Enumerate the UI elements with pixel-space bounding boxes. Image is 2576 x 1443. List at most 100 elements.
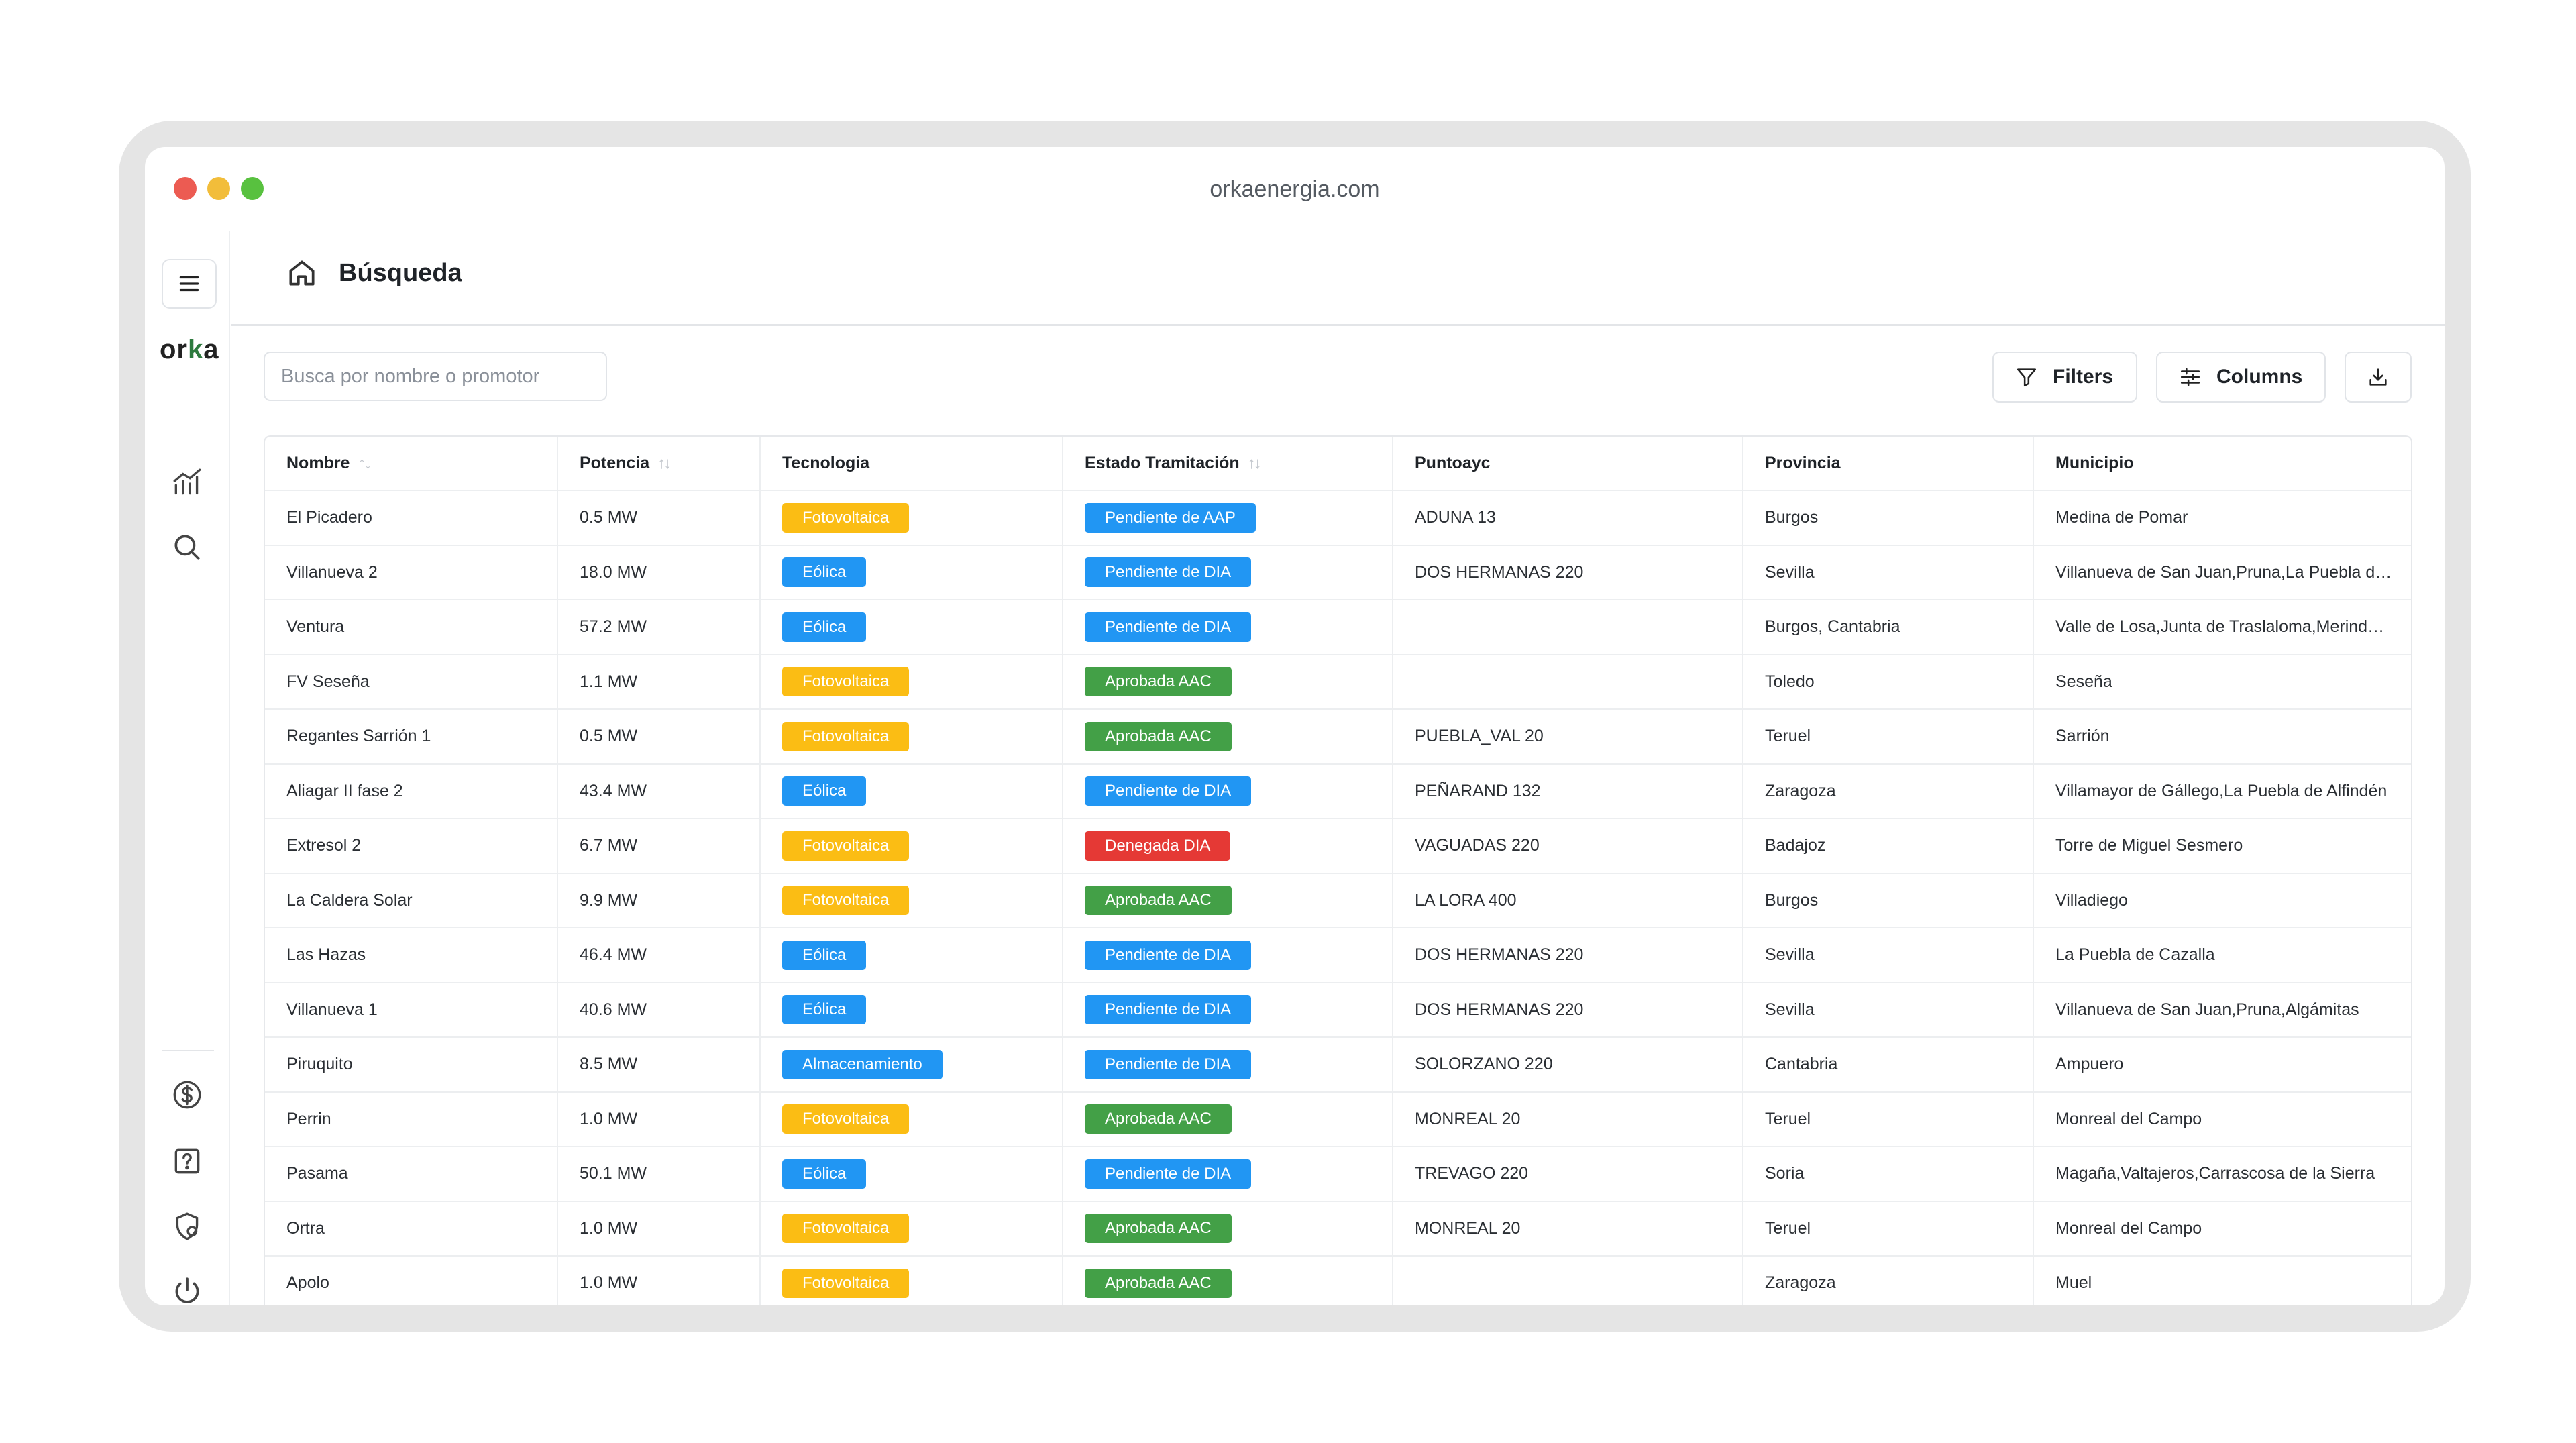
- cell-nombre: Aliagar II fase 2: [265, 763, 558, 819]
- status-badge: Pendiente de DIA: [1085, 557, 1252, 588]
- table-row[interactable]: Regantes Sarrión 1 0.5 MW Fotovoltaica Apro…: [265, 709, 2411, 765]
- table-row[interactable]: Perrin 1.0 MW Fotovoltaica Aprobada AAC MONR…: [265, 1091, 2411, 1147]
- cell-puntoayc: PEÑARAND 132: [1393, 763, 1743, 819]
- cell-potencia: 8.5 MW: [557, 1037, 761, 1093]
- table-row[interactable]: FV Seseña 1.1 MW Fotovoltaica Aprobada AAC T…: [265, 654, 2411, 710]
- columns-button[interactable]: Columns: [2156, 352, 2326, 403]
- nav-help[interactable]: [170, 1144, 204, 1178]
- cell-puntoayc: [1393, 600, 1743, 655]
- sliders-icon: [2180, 368, 2200, 386]
- orka-logo[interactable]: orka: [160, 335, 219, 365]
- cell-puntoayc: MONREAL 20: [1393, 1201, 1743, 1257]
- download-button[interactable]: [2345, 352, 2412, 403]
- column-header-potencia[interactable]: Potencia ↑↓: [557, 437, 761, 491]
- cell-nombre: El Picadero: [265, 490, 558, 546]
- column-header-municipio[interactable]: Municipio: [2033, 437, 2411, 491]
- sort-icon[interactable]: ↑↓: [657, 454, 672, 472]
- cell-municipio: Magaña,Valtajeros,Carrascosa de la Sierr…: [2033, 1146, 2411, 1202]
- column-header-provincia[interactable]: Provincia: [1743, 437, 2034, 491]
- technology-tag: Fotovoltaica: [782, 721, 910, 751]
- cell-potencia: 9.9 MW: [557, 873, 761, 928]
- cell-potencia: 1.1 MW: [557, 654, 761, 710]
- table-row[interactable]: El Picadero 0.5 MW Fotovoltaica Pendiente d…: [265, 490, 2411, 546]
- home-button[interactable]: [285, 256, 319, 290]
- status-badge: Aprobada AAC: [1085, 721, 1232, 751]
- nav-logout[interactable]: [170, 1275, 204, 1305]
- status-badge: Aprobada AAC: [1085, 886, 1232, 916]
- cell-nombre: Ventura: [265, 600, 558, 655]
- download-icon: [2369, 368, 2387, 386]
- cell-potencia: 46.4 MW: [557, 928, 761, 983]
- cell-estado: Pendiente de DIA: [1063, 763, 1393, 819]
- cell-tecnologia: Fotovoltaica: [760, 1201, 1063, 1257]
- cell-puntoayc: TREVAGO 220: [1393, 1146, 1743, 1202]
- address-bar-url[interactable]: orkaenergia.com: [145, 176, 2445, 203]
- cell-municipio: Valle de Losa,Junta de Traslaloma,Merind…: [2033, 600, 2411, 655]
- nav-analytics[interactable]: [170, 466, 204, 499]
- table-row[interactable]: La Caldera Solar 9.9 MW Fotovoltaica Aproba…: [265, 873, 2411, 928]
- status-badge: Aprobada AAC: [1085, 1104, 1232, 1134]
- cell-estado: Pendiente de DIA: [1063, 1037, 1393, 1093]
- table-row[interactable]: Apolo 1.0 MW Fotovoltaica Aprobada AAC Zarag…: [265, 1256, 2411, 1305]
- cell-provincia: Sevilla: [1743, 982, 2034, 1038]
- results-table: Nombre ↑↓ Potencia ↑↓ Tecnologia Estado Tr…: [264, 435, 2412, 1305]
- cell-municipio: Villamayor de Gállego,La Puebla de Alfin…: [2033, 763, 2411, 819]
- cell-nombre: Las Hazas: [265, 928, 558, 983]
- cell-nombre: Pasama: [265, 1146, 558, 1202]
- page-title: Búsqueda: [339, 259, 462, 287]
- status-badge: Aprobada AAC: [1085, 667, 1232, 697]
- search-input[interactable]: [264, 352, 607, 401]
- technology-tag: Eólica: [782, 1159, 867, 1189]
- cell-tecnologia: Eólica: [760, 763, 1063, 819]
- sort-icon[interactable]: ↑↓: [1248, 454, 1262, 472]
- table-row[interactable]: Villanueva 2 18.0 MW Eólica Pendiente de DI…: [265, 545, 2411, 600]
- table-row[interactable]: Aliagar II fase 2 43.4 MW Eólica Pendiente …: [265, 763, 2411, 819]
- browser-window: orkaenergia.com orka Búsqueda Busca por …: [145, 147, 2445, 1305]
- table-row[interactable]: Ortra 1.0 MW Fotovoltaica Aprobada AAC MONRE…: [265, 1201, 2411, 1257]
- cell-potencia: 1.0 MW: [557, 1256, 761, 1305]
- chart-icon: [173, 468, 201, 495]
- cell-provincia: Burgos: [1743, 490, 2034, 546]
- table-row[interactable]: Ventura 57.2 MW Eólica Pendiente de DIA Burg…: [265, 600, 2411, 655]
- table-row[interactable]: Pasama 50.1 MW Eólica Pendiente de DIA TREVA…: [265, 1146, 2411, 1202]
- table-row[interactable]: Villanueva 1 40.6 MW Eólica Pendiente de DI…: [265, 982, 2411, 1038]
- cell-puntoayc: [1393, 1256, 1743, 1305]
- cell-provincia: Toledo: [1743, 654, 2034, 710]
- column-header-estado[interactable]: Estado Tramitación ↑↓: [1063, 437, 1393, 491]
- cell-municipio: Ampuero: [2033, 1037, 2411, 1093]
- cell-puntoayc: [1393, 654, 1743, 710]
- sort-icon[interactable]: ↑↓: [358, 454, 372, 472]
- status-badge: Pendiente de DIA: [1085, 612, 1252, 642]
- table-row[interactable]: Extresol 2 6.7 MW Fotovoltaica Denegada DIA…: [265, 818, 2411, 874]
- cell-provincia: Sevilla: [1743, 928, 2034, 983]
- search-icon: [174, 535, 200, 560]
- cell-potencia: 40.6 MW: [557, 982, 761, 1038]
- menu-toggle-button[interactable]: [162, 259, 217, 309]
- cell-tecnologia: Fotovoltaica: [760, 709, 1063, 765]
- cell-potencia: 0.5 MW: [557, 490, 761, 546]
- cell-provincia: Cantabria: [1743, 1037, 2034, 1093]
- cell-tecnologia: Eólica: [760, 1146, 1063, 1202]
- technology-tag: Fotovoltaica: [782, 667, 910, 697]
- status-badge: Pendiente de AAP: [1085, 502, 1256, 533]
- nav-pricing[interactable]: [170, 1078, 204, 1112]
- table-row[interactable]: Las Hazas 46.4 MW Eólica Pendiente de DIA DO…: [265, 928, 2411, 983]
- cell-estado: Aprobada AAC: [1063, 1201, 1393, 1257]
- cell-provincia: Burgos, Cantabria: [1743, 600, 2034, 655]
- cell-tecnologia: Eólica: [760, 982, 1063, 1038]
- shield-settings-icon: [176, 1212, 199, 1240]
- cell-puntoayc: PUEBLA_VAL 20: [1393, 709, 1743, 765]
- column-header-puntoayc[interactable]: Puntoayc: [1393, 437, 1743, 491]
- nav-search[interactable]: [170, 531, 204, 564]
- filters-button[interactable]: Filters: [1992, 352, 2137, 403]
- cell-municipio: La Puebla de Cazalla: [2033, 928, 2411, 983]
- cell-municipio: Monreal del Campo: [2033, 1091, 2411, 1147]
- column-header-nombre[interactable]: Nombre ↑↓: [265, 437, 558, 491]
- cell-tecnologia: Fotovoltaica: [760, 1091, 1063, 1147]
- table-row[interactable]: Piruquito 8.5 MW Almacenamiento Pendiente d…: [265, 1037, 2411, 1093]
- technology-tag: Eólica: [782, 776, 867, 806]
- nav-security[interactable]: [170, 1210, 204, 1243]
- cell-puntoayc: DOS HERMANAS 220: [1393, 928, 1743, 983]
- cell-puntoayc: DOS HERMANAS 220: [1393, 545, 1743, 600]
- column-header-tecnologia[interactable]: Tecnologia: [760, 437, 1063, 491]
